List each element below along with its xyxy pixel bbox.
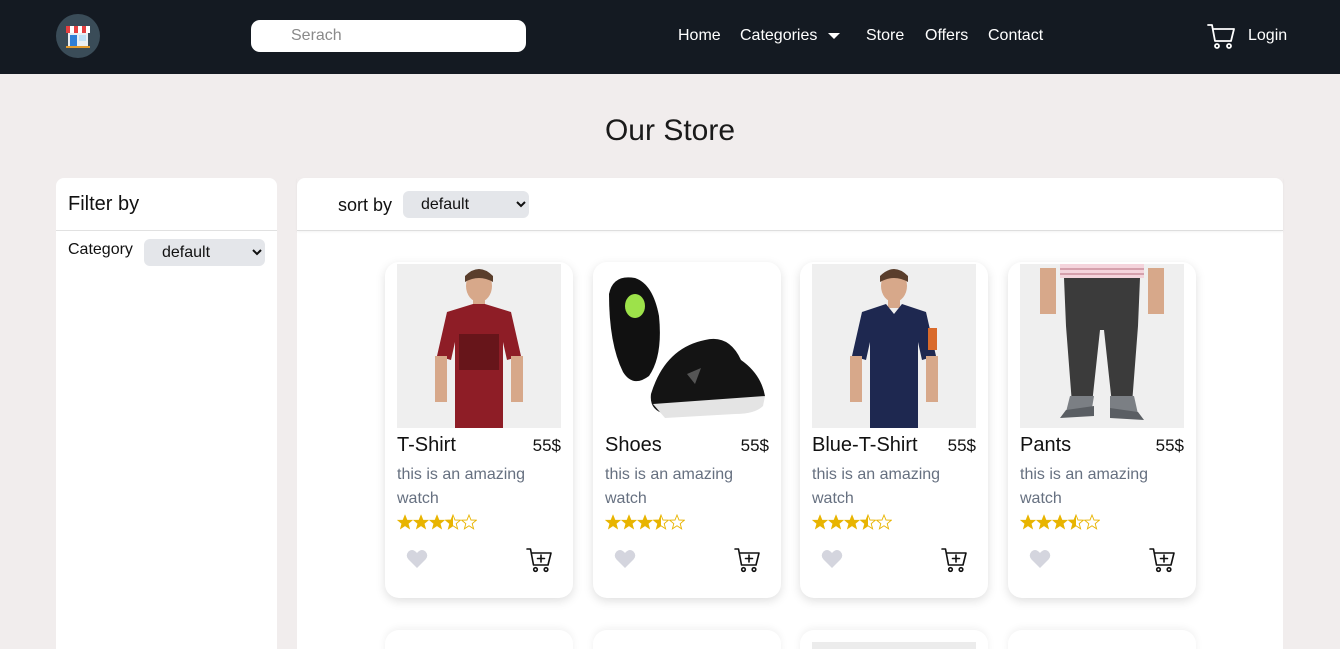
star-filled-icon xyxy=(429,514,445,530)
product-image[interactable] xyxy=(605,264,769,428)
add-to-cart-icon[interactable] xyxy=(941,547,967,573)
search-input[interactable] xyxy=(251,20,526,52)
product-name: Pants xyxy=(1020,434,1072,456)
divider xyxy=(56,230,277,231)
product-name: Blue-T-Shirt xyxy=(812,434,918,456)
product-description: this is an amazing watch xyxy=(1020,466,1149,507)
rating-stars xyxy=(1020,514,1100,532)
heart-icon[interactable] xyxy=(614,549,636,569)
add-to-cart-icon[interactable] xyxy=(1149,547,1175,573)
sort-bar: sort by default xyxy=(297,178,1283,231)
store-logo-icon[interactable] xyxy=(56,14,100,58)
heart-icon[interactable] xyxy=(406,549,428,569)
star-half-icon xyxy=(1068,514,1084,530)
add-to-cart-icon[interactable] xyxy=(526,547,552,573)
nav-offers-link[interactable]: Offers xyxy=(925,26,968,46)
product-description: this is an amazing watch xyxy=(812,466,941,507)
nav-categories-link[interactable]: Categories xyxy=(740,26,817,46)
product-card[interactable]: Shoes 55$ this is an amazing watch xyxy=(593,262,781,598)
product-image xyxy=(812,642,976,649)
star-filled-icon xyxy=(621,514,637,530)
star-filled-icon xyxy=(413,514,429,530)
product-card[interactable]: Blue-T-Shirt 55$ this is an amazing watch xyxy=(800,262,988,598)
product-price: 55$ xyxy=(1155,436,1184,455)
category-select[interactable]: default xyxy=(144,239,265,266)
heart-icon[interactable] xyxy=(1029,549,1051,569)
star-filled-icon xyxy=(605,514,621,530)
filter-title: Filter by xyxy=(68,193,140,215)
chevron-down-icon[interactable] xyxy=(828,33,840,39)
product-card-partial xyxy=(800,630,988,649)
product-image[interactable] xyxy=(812,264,976,428)
rating-stars xyxy=(605,514,685,532)
category-label: Category xyxy=(68,241,133,258)
star-empty-icon xyxy=(461,514,477,530)
rating-stars xyxy=(397,514,477,532)
star-half-icon xyxy=(445,514,461,530)
star-empty-icon xyxy=(876,514,892,530)
product-card-partial xyxy=(385,630,573,649)
star-filled-icon xyxy=(1036,514,1052,530)
star-filled-icon xyxy=(844,514,860,530)
star-empty-icon xyxy=(1084,514,1100,530)
product-name: Shoes xyxy=(605,434,662,456)
nav-contact-link[interactable]: Contact xyxy=(988,26,1043,46)
star-filled-icon xyxy=(812,514,828,530)
product-card[interactable]: Pants 55$ this is an amazing watch xyxy=(1008,262,1196,598)
star-half-icon xyxy=(653,514,669,530)
nav-home-link[interactable]: Home xyxy=(678,26,721,46)
product-card-partial xyxy=(1008,630,1196,649)
star-empty-icon xyxy=(669,514,685,530)
sort-select[interactable]: default xyxy=(403,191,529,218)
login-link[interactable]: Login xyxy=(1248,26,1287,46)
add-to-cart-icon[interactable] xyxy=(734,547,760,573)
sort-label: sort by xyxy=(338,195,393,215)
product-name: T-Shirt xyxy=(397,434,456,456)
cart-icon[interactable] xyxy=(1207,22,1235,50)
star-filled-icon xyxy=(1052,514,1068,530)
product-image[interactable] xyxy=(1020,264,1184,428)
star-filled-icon xyxy=(1020,514,1036,530)
product-price: 55$ xyxy=(947,436,976,455)
star-filled-icon xyxy=(397,514,413,530)
page-title: Our Store xyxy=(604,114,736,147)
star-filled-icon xyxy=(637,514,653,530)
rating-stars xyxy=(812,514,892,532)
heart-icon[interactable] xyxy=(821,549,843,569)
star-filled-icon xyxy=(828,514,844,530)
product-price: 55$ xyxy=(532,436,561,455)
filter-sidebar: Filter by Category default xyxy=(56,178,277,649)
product-card-partial xyxy=(593,630,781,649)
product-price: 55$ xyxy=(740,436,769,455)
product-description: this is an amazing watch xyxy=(605,466,734,507)
nav-store-link[interactable]: Store xyxy=(866,26,904,46)
product-description: this is an amazing watch xyxy=(397,466,526,507)
product-image[interactable] xyxy=(397,264,561,428)
navbar: Home Categories Store Offers Contact Log… xyxy=(0,0,1340,74)
star-half-icon xyxy=(860,514,876,530)
product-card[interactable]: T-Shirt 55$ this is an amazing watch xyxy=(385,262,573,598)
